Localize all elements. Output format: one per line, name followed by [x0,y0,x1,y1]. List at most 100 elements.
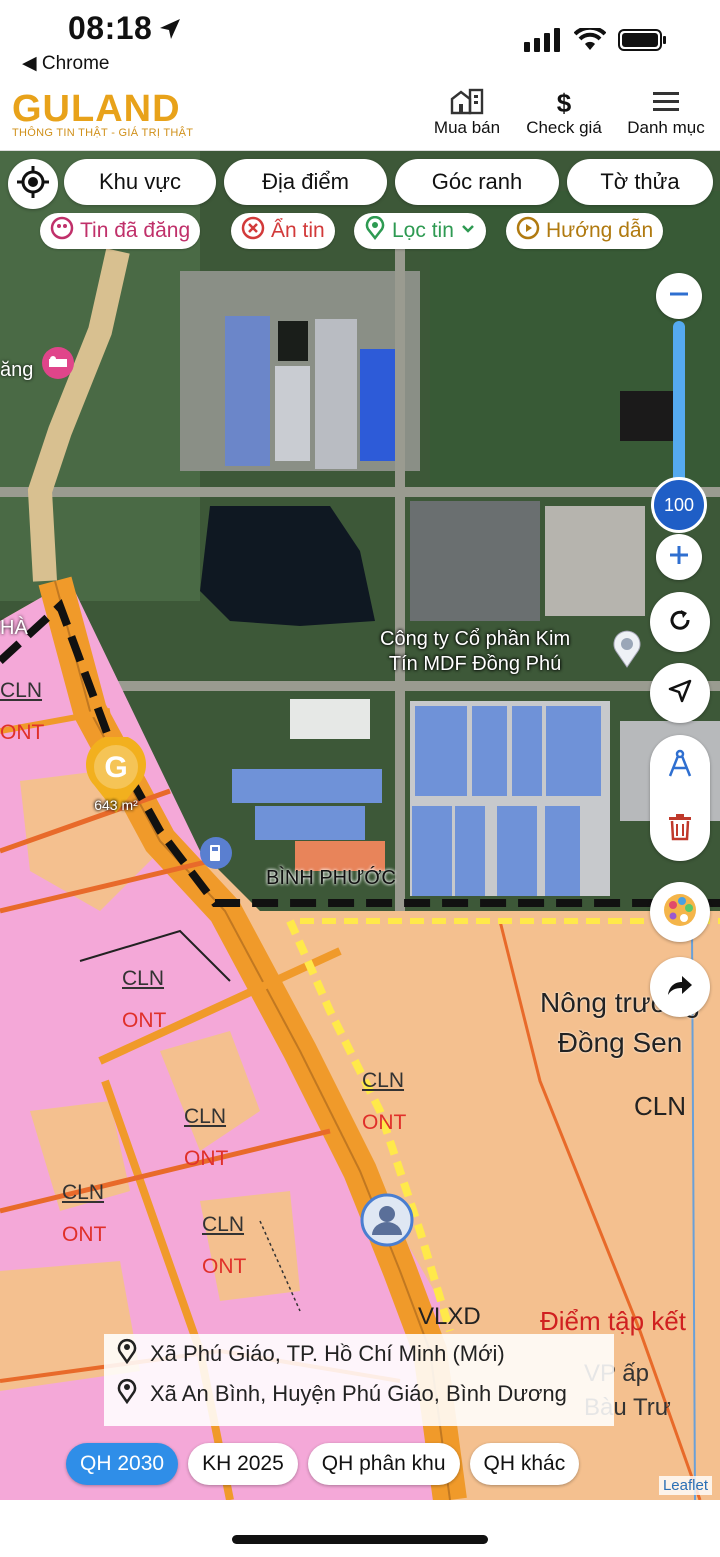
place-label-ha: HÀ [0,617,28,639]
map-view[interactable]: Công ty Cổ phần Kim Tín MDF Đồng Phú BÌN… [0,151,720,1500]
zone-ont: ONT [62,1223,107,1246]
zoom-out-button[interactable] [656,273,702,319]
menu-icon [652,90,680,117]
status-bar: 08:18 ◀ Chrome [0,0,720,80]
zoom-slider-knob[interactable]: 100 [651,477,707,533]
measure-button[interactable] [650,735,710,798]
zone-vlxd: VLXD [418,1303,481,1330]
buy-sell-label: Mua bán [433,118,501,137]
company-pin-icon[interactable] [610,629,644,674]
bottom-safe-area [0,1500,720,1557]
tab-qh-khac[interactable]: QH khác [469,1443,580,1485]
home-indicator[interactable] [232,1535,488,1544]
zone-cln: CLN [202,1213,245,1236]
zone-cln: CLN [362,1069,405,1092]
refresh-icon [666,606,694,639]
location-row[interactable]: Xã Phú Giáo, TP. Hồ Chí Minh (Mới) [104,1334,614,1374]
company-label: Công ty Cổ phần Kim Tín MDF Đồng Phú [380,627,570,677]
battery-icon [618,28,668,57]
tab-kh-2025[interactable]: KH 2025 [188,1443,298,1485]
company-label-line1: Công ty Cổ phần Kim [380,628,571,650]
logo-tagline: THÔNG TIN THẬT - GIÁ TRỊ THẬT [12,127,194,139]
menu-label: Danh mục [627,118,705,137]
navigation-arrow-icon [666,677,694,710]
refresh-button[interactable] [650,592,710,652]
filter-dia-diem[interactable]: Địa điểm [224,159,387,205]
menu-button[interactable]: Danh mục [622,88,710,138]
crosshair-icon [16,165,50,204]
hotel-pin-icon[interactable] [40,345,76,386]
zone-cln: CLN [184,1105,227,1128]
compass-icon [664,748,696,785]
chip-loc-tin-label: Lọc tin [392,219,454,242]
layer-color-button[interactable] [650,882,710,942]
zone-cln: CLN [122,967,165,990]
delete-button[interactable] [650,798,710,861]
tab-qh-phan-khu[interactable]: QH phân khu [307,1443,460,1485]
filter-khu-vuc[interactable]: Khu vực [64,159,216,205]
zone-cln: CLN [0,679,43,702]
gas-station-icon[interactable] [198,835,234,876]
buy-sell-button[interactable]: Mua bán [430,88,504,138]
user-location-icon[interactable] [360,1193,414,1252]
chip-an-tin[interactable]: Ẩn tin [231,213,335,249]
filter-to-thua[interactable]: Tờ thửa [567,159,713,205]
plus-icon [667,543,691,572]
tab-qh-2030[interactable]: QH 2030 [66,1443,179,1485]
listing-marker[interactable]: G 643 m² [82,734,150,820]
location-old: Xã An Bình, Huyện Phú Giáo, Bình Dương [150,1381,567,1406]
app-header: GULAND THÔNG TIN THẬT - GIÁ TRỊ THẬT Mua… [0,80,720,151]
place-label-hang: ăng [0,359,34,381]
draw-tools-group [650,735,710,861]
filter-goc-ranh[interactable]: Góc ranh [395,159,559,205]
check-price-button[interactable]: $ Check giá [520,88,608,138]
my-location-button[interactable] [8,159,58,209]
chip-huong-dan-label: Hướng dẫn [546,219,654,242]
pin-outline-icon [364,215,386,246]
plan-tabs: QH 2030 KH 2025 QH phân khu QH khác [66,1443,580,1485]
location-pin-icon [116,1338,138,1370]
wifi-icon [573,25,607,57]
zone-ont: ONT [362,1111,407,1134]
trash-icon [667,813,693,846]
share-arrow-icon [666,971,694,1004]
zone-cln: CLN [62,1181,105,1204]
status-time: 08:18 [68,10,153,46]
building-icon [449,87,485,120]
zone-ont: ONT [184,1147,229,1170]
chip-huong-dan[interactable]: Hướng dẫn [506,213,664,249]
location-row[interactable]: Xã An Bình, Huyện Phú Giáo, Bình Dương [104,1374,614,1414]
chevron-down-icon [460,219,476,243]
company-label-line2: Tín MDF Đồng Phú [388,653,562,675]
palette-icon [662,892,698,933]
zoom-in-button[interactable] [656,534,702,580]
guland-logo[interactable]: GULAND THÔNG TIN THẬT - GIÁ TRỊ THẬT [12,88,193,139]
zone-ont: ONT [202,1255,247,1278]
location-pin-icon [116,1378,138,1410]
farm-label-line2: Đồng Sen [557,1027,683,1058]
zoom-level: 100 [663,494,695,515]
chip-loc-tin[interactable]: Lọc tin [354,213,486,249]
zone-ont: ONT [0,721,45,744]
province-label: BÌNH PHƯỚC [266,867,396,889]
chip-an-tin-label: Ẩn tin [271,219,325,242]
check-price-label: Check giá [526,118,602,137]
location-arrow-icon [158,17,182,46]
chip-tin-da-dang[interactable]: Tin đã đăng [40,213,201,249]
svg-text:G: G [104,751,127,784]
minus-icon [667,282,691,311]
zone-cln-right: CLN [634,1091,687,1121]
dollar-icon: $ [556,87,572,118]
location-new: Xã Phú Giáo, TP. Hồ Chí Minh (Mới) [150,1341,505,1366]
posted-icon [50,216,74,246]
navigate-button[interactable] [650,663,710,723]
back-to-chrome[interactable]: ◀ Chrome [22,52,109,75]
chip-tin-da-dang-label: Tin đã đăng [80,219,191,242]
leaflet-attribution[interactable]: Leaflet [658,1476,712,1495]
share-button[interactable] [650,957,710,1017]
zone-ont: ONT [122,1009,167,1032]
map-canvas [0,151,720,1500]
hide-x-icon [241,216,265,246]
location-info-box: Xã Phú Giáo, TP. Hồ Chí Minh (Mới) Xã An… [104,1334,614,1426]
play-icon [516,216,540,246]
